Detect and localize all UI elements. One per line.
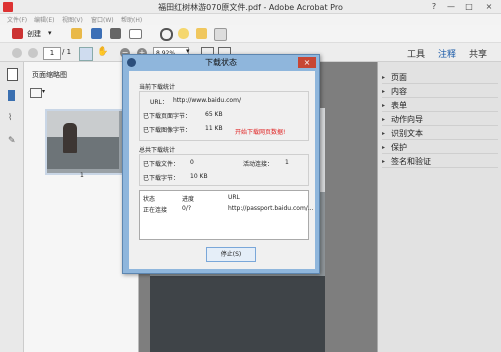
window-title: 福田红树林游070原文件.pdf - Adobe Acrobat Pro bbox=[158, 3, 343, 12]
row-progress: 0/? bbox=[182, 205, 192, 212]
thumbnail-page-label: 1 bbox=[80, 172, 84, 179]
panel-pages[interactable]: ▸ 页面 bbox=[382, 72, 498, 84]
create-button[interactable]: 创建 bbox=[27, 29, 41, 39]
row-url: http://passport.baidu.com/... bbox=[228, 205, 314, 212]
page-number-input[interactable]: 1 bbox=[43, 47, 61, 60]
row-status: 正在连接 bbox=[143, 207, 168, 214]
tab-share[interactable]: 共享 bbox=[469, 47, 487, 60]
signatures-pen-icon[interactable]: ✎ bbox=[8, 136, 16, 146]
title-bar: 福田红树林游070原文件.pdf - Adobe Acrobat Pro ? —… bbox=[0, 0, 501, 14]
total-stats-group: 已下载文件： 0 活动连接： 1 已下载字节： 10 KB bbox=[139, 154, 309, 186]
active-connections-label: 活动连接： bbox=[243, 161, 274, 168]
dialog-close-button[interactable]: × bbox=[298, 57, 316, 68]
url-value: http://www.baidu.com/ bbox=[173, 97, 241, 104]
dialog-title: 下载状态 bbox=[205, 58, 237, 67]
panel-recognize-text[interactable]: ▸ 识别文本 bbox=[382, 128, 498, 140]
panel-sign-certify[interactable]: ▸ 签名和验证 bbox=[382, 156, 498, 168]
table-row[interactable]: 正在连接 0/? http://passport.baidu.com/... bbox=[140, 203, 314, 214]
url-label: URL： bbox=[150, 99, 168, 106]
thumbnails-title: 页面缩略图 bbox=[32, 71, 67, 79]
help-window-button[interactable]: ? bbox=[427, 1, 441, 12]
thumbnail-options-dropdown-icon[interactable]: ▾ bbox=[42, 88, 45, 95]
share-icon[interactable] bbox=[214, 28, 227, 41]
bookmarks-icon[interactable] bbox=[8, 90, 15, 101]
download-table: 状态 进度 URL 正在连接 0/? http://passport.baidu… bbox=[139, 190, 314, 240]
menu-bar: 文件(F) 编辑(E) 视图(V) 窗口(W) 帮助(H) bbox=[0, 14, 501, 25]
close-window-button[interactable]: × bbox=[479, 1, 499, 12]
print-icon[interactable] bbox=[110, 28, 121, 39]
tab-tools[interactable]: 工具 bbox=[407, 47, 425, 60]
files-value: 0 bbox=[190, 159, 194, 166]
download-notice: 开始下载网页数据! bbox=[235, 129, 286, 136]
attachments-paperclip-icon[interactable]: ⌇ bbox=[8, 113, 12, 123]
next-page-icon[interactable] bbox=[28, 48, 38, 58]
open-folder-icon[interactable] bbox=[71, 28, 82, 39]
image-bytes-label: 已下载图像字节： bbox=[143, 127, 192, 134]
expand-triangle-icon: ▸ bbox=[382, 74, 386, 81]
total-bytes-label: 已下载字节： bbox=[143, 175, 180, 182]
expand-triangle-icon: ▸ bbox=[382, 158, 386, 165]
left-navigation-rail: ⌇ ✎ bbox=[0, 62, 24, 352]
total-bytes-value: 10 KB bbox=[190, 173, 208, 180]
panel-action-wizard[interactable]: ▸ 动作向导 bbox=[382, 114, 498, 126]
table-header-url: URL bbox=[228, 194, 240, 201]
page-thumbnail-1[interactable] bbox=[45, 109, 125, 175]
menu-view[interactable]: 视图(V) bbox=[62, 15, 83, 24]
maximize-button[interactable]: □ bbox=[461, 1, 477, 12]
thumbnail-person-figure bbox=[63, 123, 77, 153]
menu-help[interactable]: 帮助(H) bbox=[121, 15, 142, 24]
table-header-status: 状态 bbox=[143, 196, 156, 203]
panel-protection[interactable]: ▸ 保护 bbox=[382, 142, 498, 154]
expand-triangle-icon: ▸ bbox=[382, 88, 386, 95]
previous-page-icon[interactable] bbox=[12, 48, 22, 58]
files-label: 已下载文件： bbox=[143, 161, 180, 168]
expand-triangle-icon: ▸ bbox=[382, 144, 386, 151]
panel-content[interactable]: ▸ 内容 bbox=[382, 86, 498, 98]
stop-button[interactable]: 停止(S) bbox=[206, 247, 256, 262]
email-icon[interactable] bbox=[129, 29, 142, 39]
menu-edit[interactable]: 编辑(E) bbox=[34, 15, 54, 24]
total-stats-heading: 总共下载统计 bbox=[139, 147, 176, 154]
tools-panel: ▸ 页面 ▸ 内容 ▸ 表单 ▸ 动作向导 ▸ 识别文本 ▸ 保护 ▸ 签名和验证 bbox=[377, 62, 501, 352]
download-status-dialog: 下载状态 × 当前下载统计 URL： http://www.baidu.com/… bbox=[122, 54, 320, 274]
page-bytes-value: 65 KB bbox=[205, 111, 223, 118]
expand-triangle-icon: ▸ bbox=[382, 130, 386, 137]
settings-gear-icon[interactable] bbox=[160, 28, 173, 41]
menu-file[interactable]: 文件(F) bbox=[7, 15, 27, 24]
thumbnail-options-icon[interactable] bbox=[30, 88, 42, 98]
current-stats-heading: 当前下载统计 bbox=[139, 84, 176, 91]
page-thumbnails-icon[interactable] bbox=[7, 68, 18, 81]
expand-triangle-icon: ▸ bbox=[382, 116, 386, 123]
comment-bubble-icon[interactable] bbox=[178, 28, 189, 39]
create-dropdown-icon[interactable]: ▾ bbox=[48, 29, 52, 37]
page-bytes-label: 已下载页面字节： bbox=[143, 113, 192, 120]
page-total: / 1 bbox=[62, 48, 72, 56]
menu-window[interactable]: 窗口(W) bbox=[91, 15, 114, 24]
create-icon bbox=[12, 28, 23, 39]
main-toolbar: 创建 ▾ bbox=[0, 25, 501, 43]
save-icon[interactable] bbox=[91, 28, 102, 39]
tab-comments[interactable]: 注释 bbox=[438, 47, 456, 60]
image-bytes-value: 11 KB bbox=[205, 125, 223, 132]
select-cursor-icon[interactable] bbox=[79, 47, 93, 61]
current-stats-group: URL： http://www.baidu.com/ 已下载页面字节： 65 K… bbox=[139, 91, 309, 141]
minimize-button[interactable]: — bbox=[443, 1, 459, 12]
dialog-body: 当前下载统计 URL： http://www.baidu.com/ 已下载页面字… bbox=[129, 71, 315, 269]
expand-triangle-icon: ▸ bbox=[382, 102, 386, 109]
active-connections-value: 1 bbox=[285, 159, 289, 166]
highlight-icon[interactable] bbox=[196, 28, 207, 39]
table-header-progress: 进度 bbox=[182, 196, 195, 203]
panel-forms[interactable]: ▸ 表单 bbox=[382, 100, 498, 112]
hand-tool-icon[interactable]: ✋ bbox=[97, 47, 108, 57]
